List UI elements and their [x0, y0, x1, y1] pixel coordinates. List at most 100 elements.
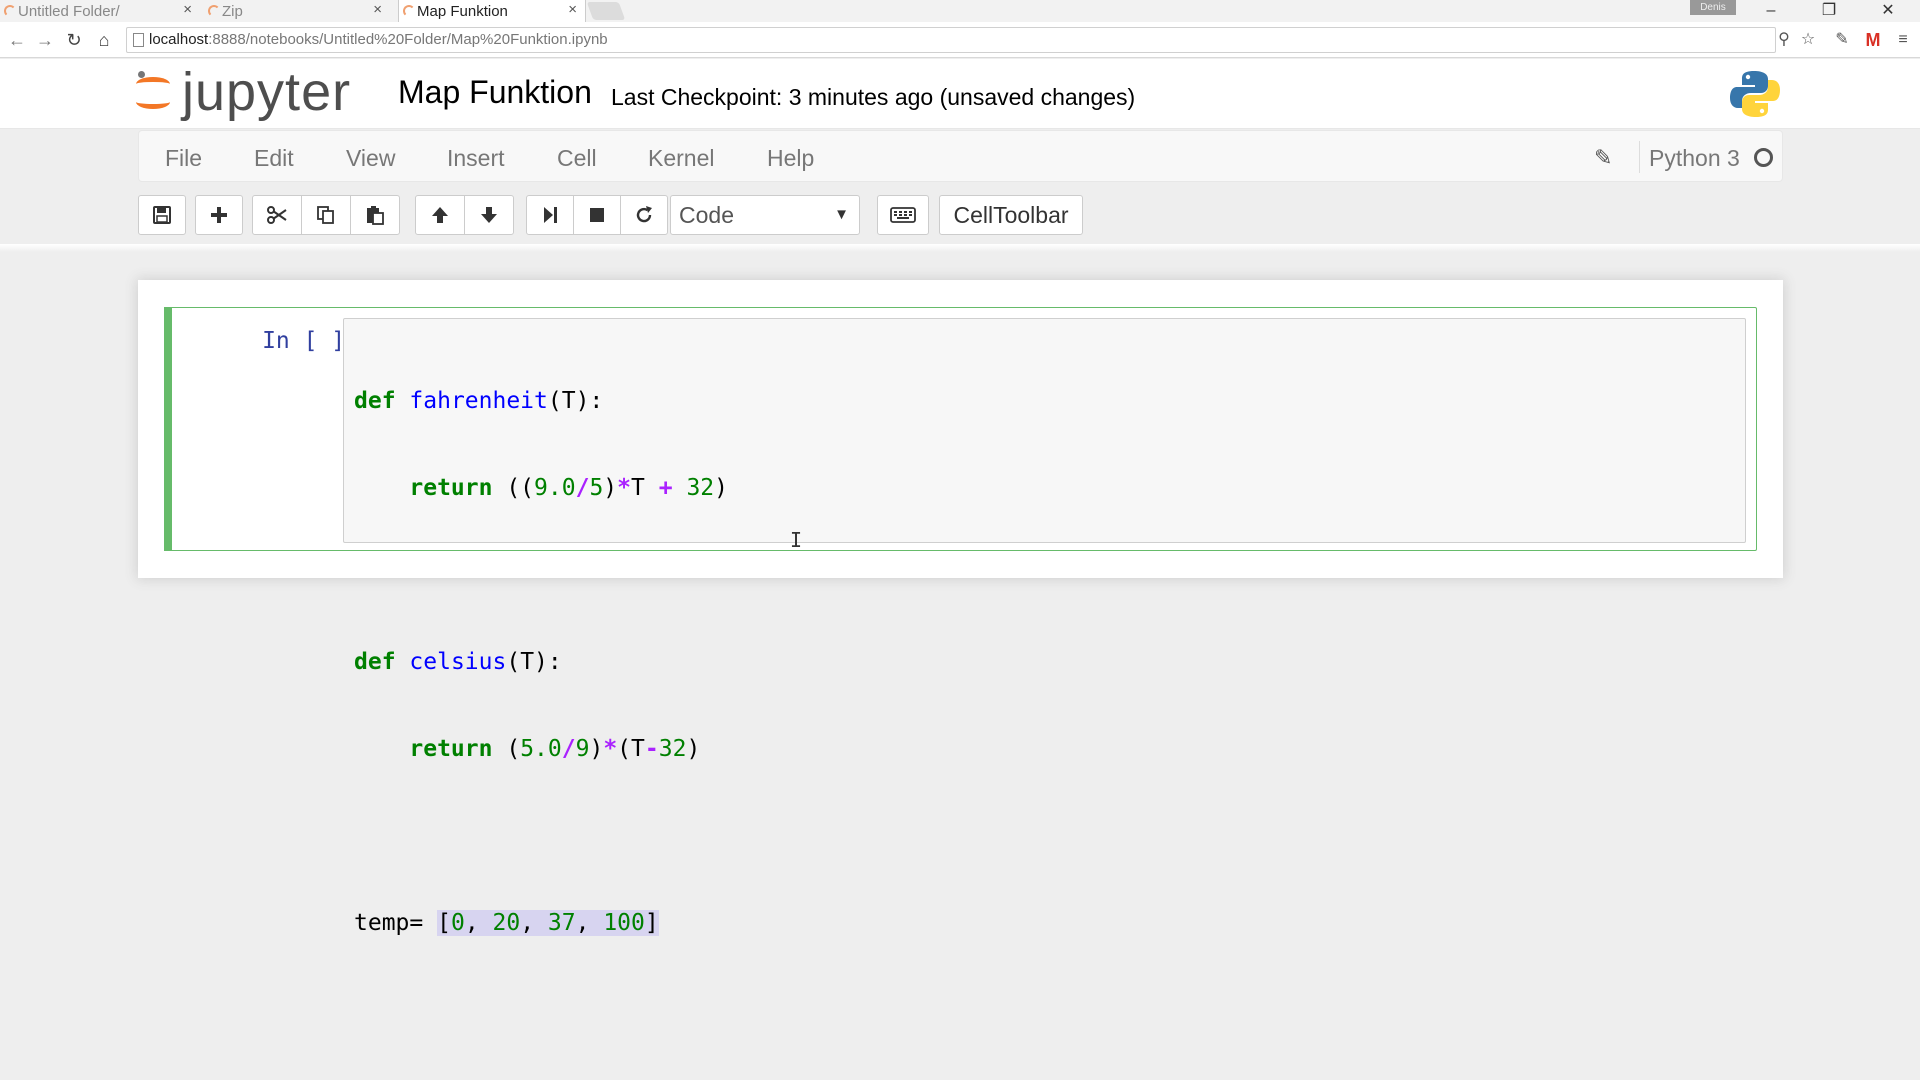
url-text: localhost:8888/notebooks/Untitled%20Fold… — [149, 31, 608, 48]
extension-pen-icon[interactable]: ✎ — [1831, 29, 1853, 51]
move-down-button[interactable] — [464, 195, 514, 235]
operator: + — [658, 475, 673, 501]
run-cell-button[interactable] — [526, 195, 574, 235]
number-literal: 100 — [603, 910, 645, 936]
tab-close-icon[interactable]: × — [183, 1, 192, 18]
address-bar: ← → ↻ ⌂ localhost:8888/notebooks/Untitle… — [0, 22, 1920, 58]
browser-menu-icon[interactable]: ≡ — [1892, 29, 1914, 51]
code-token: (T — [617, 736, 645, 762]
header-shadow — [0, 244, 1920, 252]
operator: / — [561, 736, 576, 762]
code-token: , — [575, 910, 604, 936]
number-literal: 5.0 — [520, 736, 562, 762]
restart-kernel-button[interactable] — [620, 195, 668, 235]
browser-tab-bar: Untitled Folder/ × Zip × Map Funktion × … — [0, 0, 1920, 22]
zoom-icon[interactable]: ⚲ — [1773, 29, 1795, 51]
insert-cell-button[interactable] — [195, 195, 243, 235]
paste-button[interactable] — [350, 195, 400, 235]
url-path: :8888/notebooks/Untitled%20Folder/Map%20… — [208, 31, 608, 48]
menu-help[interactable]: Help — [767, 145, 814, 172]
code-token: ( — [492, 736, 521, 762]
celltoolbar-button[interactable]: CellToolbar — [939, 195, 1083, 235]
bookmark-star-icon[interactable]: ☆ — [1797, 29, 1819, 51]
cell-type-value: Code — [679, 202, 734, 228]
notebook-toolbar: Code ▼ CellToolbar — [138, 190, 1783, 242]
code-token: (T): — [547, 388, 604, 414]
code-token: ] — [644, 910, 659, 936]
arrow-down-icon — [481, 207, 497, 223]
code-line: return (5.0/9)*(T-32) — [354, 735, 728, 764]
code-token: temp= — [354, 910, 438, 936]
refresh-icon — [636, 206, 652, 223]
tab-close-icon[interactable]: × — [568, 1, 577, 18]
operator: / — [575, 475, 590, 501]
code-line: def fahrenheit(T): — [354, 387, 728, 416]
code-token: , — [464, 910, 493, 936]
function-name: fahrenheit — [409, 388, 548, 414]
code-editor[interactable]: def fahrenheit(T): return ((9.0/5)*T + 3… — [343, 318, 1746, 936]
save-button[interactable] — [138, 195, 186, 235]
loading-icon — [208, 5, 220, 17]
keyword: return — [409, 736, 493, 762]
browser-tab-zip[interactable]: Zip × — [204, 0, 390, 22]
tab-title: Untitled Folder/ — [18, 2, 120, 20]
tab-title: Zip — [222, 2, 243, 20]
code-cell[interactable]: In [ ]: def fahrenheit(T): return ((9.0/… — [164, 307, 1757, 936]
menu-edit[interactable]: Edit — [254, 145, 294, 172]
cell-type-select[interactable]: Code ▼ — [670, 195, 860, 235]
code-token: ) — [714, 475, 728, 501]
tab-close-icon[interactable]: × — [373, 1, 382, 18]
profile-badge[interactable]: Denis — [1690, 0, 1736, 15]
restore-button[interactable]: ❐ — [1809, 0, 1849, 22]
browser-tab-map-funktion[interactable]: Map Funktion × — [398, 0, 586, 22]
keyword: def — [354, 649, 396, 675]
text-cursor-icon: I — [790, 528, 803, 552]
url-input[interactable]: localhost:8888/notebooks/Untitled%20Fold… — [126, 27, 1776, 53]
forward-icon[interactable]: → — [34, 29, 56, 51]
arrow-up-icon — [432, 207, 448, 223]
loading-icon — [4, 5, 16, 17]
notebook-name[interactable]: Map Funktion — [398, 74, 592, 111]
kernel-name[interactable]: Python 3 — [1649, 145, 1740, 172]
copy-button[interactable] — [301, 195, 351, 235]
cut-button[interactable] — [252, 195, 302, 235]
code-line: temp= [0, 20, 37, 100] — [354, 909, 728, 938]
number-literal: 0 — [450, 910, 465, 936]
divider — [1639, 141, 1640, 173]
logo-arc-icon — [136, 77, 170, 91]
code-line: return ((9.0/5)*T + 32) — [354, 474, 728, 503]
menu-bar: File Edit View Insert Cell Kernel Help ✎… — [138, 130, 1783, 182]
menu-view[interactable]: View — [346, 145, 395, 172]
code-token: ) — [589, 736, 604, 762]
notebook-header: jupyter Map Funktion Last Checkpoint: 3 … — [0, 59, 1920, 129]
url-host: localhost — [149, 31, 209, 48]
operator: * — [603, 736, 618, 762]
back-icon[interactable]: ← — [6, 29, 28, 51]
reload-icon[interactable]: ↻ — [63, 29, 85, 51]
jupyter-logo[interactable]: jupyter — [136, 62, 376, 125]
gmail-icon[interactable]: M — [1862, 29, 1884, 51]
close-window-button[interactable]: ✕ — [1868, 0, 1908, 22]
new-tab-button[interactable] — [586, 2, 626, 20]
menu-cell[interactable]: Cell — [557, 145, 597, 172]
code-token: ) — [603, 475, 618, 501]
notebook-container: In [ ]: def fahrenheit(T): return ((9.0/… — [138, 280, 1783, 936]
menu-file[interactable]: File — [165, 145, 202, 172]
save-icon — [153, 206, 171, 224]
checkpoint-status: Last Checkpoint: 3 minutes ago (unsaved … — [611, 84, 1136, 110]
browser-tab-untitled-folder[interactable]: Untitled Folder/ × — [0, 0, 200, 22]
menu-insert[interactable]: Insert — [447, 145, 505, 172]
home-icon[interactable]: ⌂ — [93, 29, 115, 51]
move-up-button[interactable] — [415, 195, 465, 235]
interrupt-kernel-button[interactable] — [573, 195, 621, 235]
code-token: (( — [492, 475, 535, 501]
number-literal: 32 — [658, 736, 687, 762]
minimize-button[interactable]: – — [1751, 0, 1791, 22]
command-palette-button[interactable] — [877, 195, 929, 235]
number-literal: 20 — [492, 910, 521, 936]
menu-kernel[interactable]: Kernel — [648, 145, 714, 172]
